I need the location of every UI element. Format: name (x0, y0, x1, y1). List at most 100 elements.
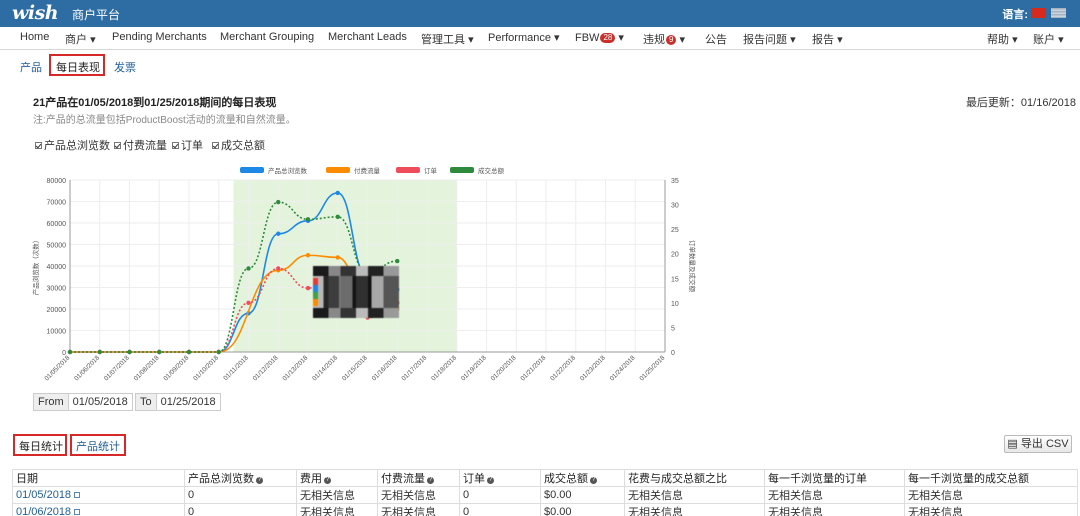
y-tick-label-left: 80000 (47, 178, 67, 185)
china-flag-icon[interactable] (1031, 8, 1046, 18)
checkbox-paid-traffic[interactable]: 付费流量 (114, 137, 167, 153)
nav-home[interactable]: Home (20, 31, 49, 43)
x-tick-label: 01/16/2018 (371, 354, 399, 382)
report-title: 21产品在01/05/2018到01/25/2018期间的每日表现 (33, 97, 277, 109)
data-point (305, 253, 311, 258)
to-date-input[interactable]: 01/25/2018 (157, 394, 220, 410)
file-icon: ▤ (1007, 438, 1018, 450)
nav-help[interactable]: 帮助 ▾ (987, 31, 1018, 47)
help-icon[interactable]: ? (324, 477, 331, 484)
external-link-icon[interactable] (74, 509, 81, 515)
data-point (127, 349, 132, 355)
nav-fbw[interactable]: FBW 28 ▾ (575, 31, 624, 44)
export-csv-button[interactable]: ▤ 导出 CSV (1004, 435, 1072, 453)
dropdown-icon: ▾ (618, 32, 624, 44)
nav-report-issue[interactable]: 报告问题 ▾ (743, 31, 796, 47)
checkbox-icon (172, 142, 179, 149)
nav-label: Merchant Leads (328, 31, 407, 43)
tab-invoices[interactable]: 发票 (114, 59, 136, 75)
checkbox-label: 成交总额 (221, 140, 265, 152)
table-header-row: 日期 产品总浏览数? 费用? 付费流量? 订单? 成交总额? 花费与成交总额之比… (12, 469, 1078, 487)
y-tick-label-right: 10 (671, 301, 679, 308)
help-icon[interactable]: ? (590, 477, 597, 484)
col-orders-per-1k[interactable]: 每一千浏览量的订单 (764, 469, 905, 487)
dropdown-icon: ▾ (790, 34, 796, 46)
help-icon[interactable]: ? (256, 477, 263, 484)
table-cell: 无相关信息 (377, 503, 460, 516)
dropdown-icon: ▾ (468, 34, 474, 46)
data-point (335, 255, 340, 260)
nav-label: 报告 (812, 34, 834, 46)
table-cell: 无相关信息 (904, 503, 1078, 516)
y-tick-label-right: 25 (671, 227, 679, 234)
checkbox-orders[interactable]: 订单 (172, 137, 203, 153)
x-tick-label: 01/25/2018 (638, 354, 666, 382)
data-point (335, 190, 340, 196)
date-cell[interactable]: 01/06/2018 (12, 503, 185, 516)
tab-products[interactable]: 产品 (20, 59, 42, 75)
table-cell: 无相关信息 (904, 486, 1078, 504)
legend-label: 产品总浏览数 (268, 166, 308, 175)
nav-merchant-grouping[interactable]: Merchant Grouping (220, 31, 314, 43)
y-tick-label-right: 15 (671, 276, 679, 283)
fbw-badge: 28 (600, 33, 616, 43)
nav-announcements[interactable]: 公告 (705, 31, 727, 47)
external-link-icon[interactable] (74, 492, 81, 498)
legend-swatch (326, 167, 350, 173)
x-tick-label: 01/22/2018 (549, 354, 577, 382)
tab-highlight (49, 54, 105, 76)
col-gmv[interactable]: 成交总额? (540, 469, 625, 487)
checkbox-label: 产品总浏览数 (44, 140, 110, 152)
nav-reports[interactable]: 报告 ▾ (812, 31, 843, 47)
col-paid-traffic[interactable]: 付费流量? (377, 469, 460, 487)
us-flag-icon[interactable] (1051, 8, 1066, 18)
dropdown-icon: ▾ (90, 34, 96, 46)
col-gmv-per-1k[interactable]: 每一千浏览量的成交总额 (904, 469, 1078, 487)
nav-merchant-leads[interactable]: Merchant Leads (328, 31, 407, 43)
help-icon[interactable]: ? (427, 477, 434, 484)
col-orders[interactable]: 订单? (459, 469, 541, 487)
data-point (246, 300, 251, 306)
wish-logo[interactable]: wish (12, 2, 59, 24)
x-tick-label: 01/09/2018 (162, 354, 190, 382)
x-tick-label: 01/05/2018 (43, 354, 71, 382)
dropdown-icon: ▾ (1012, 34, 1018, 46)
col-cost-gmv-ratio[interactable]: 花费与成交总额之比 (624, 469, 765, 487)
checkbox-gmv[interactable]: 成交总额 (212, 137, 265, 153)
data-point (186, 349, 192, 355)
col-total-views[interactable]: 产品总浏览数? (184, 469, 297, 487)
nav-merchant[interactable]: 商户 ▾ (65, 31, 96, 47)
x-tick-label: 01/12/2018 (252, 354, 280, 382)
x-tick-label: 01/11/2018 (222, 354, 250, 382)
from-date-input[interactable]: 01/05/2018 (69, 394, 132, 410)
col-label: 订单 (463, 473, 485, 485)
col-cost[interactable]: 费用? (296, 469, 378, 487)
x-tick-label: 01/19/2018 (460, 354, 488, 382)
y-axis-label-left: 产品浏览数（次数） (31, 237, 40, 296)
y-tick-label-left: 30000 (47, 286, 67, 293)
y-tick-label-right: 0 (671, 350, 675, 357)
date-link[interactable]: 01/05/2018 (16, 489, 71, 501)
dropdown-icon: ▾ (837, 34, 843, 46)
legend-item: 产品总浏览数 (240, 166, 308, 175)
nav-pending-merchants[interactable]: Pending Merchants (112, 31, 207, 43)
checkbox-icon (35, 142, 42, 149)
help-icon[interactable]: ? (487, 477, 494, 484)
date-cell[interactable]: 01/05/2018 (12, 486, 185, 504)
y-tick-label-right: 30 (671, 203, 679, 210)
date-link[interactable]: 01/06/2018 (16, 506, 71, 516)
nav-performance[interactable]: Performance ▾ (488, 31, 560, 44)
to-label: To (136, 394, 157, 410)
y-tick-label-left: 70000 (47, 200, 67, 207)
data-point (276, 266, 281, 271)
y-tick-label-left: 20000 (47, 307, 67, 314)
col-date[interactable]: 日期 (12, 469, 185, 487)
table-cell: 无相关信息 (296, 486, 378, 504)
y-tick-label-left: 60000 (47, 221, 67, 228)
nav-violations[interactable]: 违规 9 ▾ (643, 31, 685, 47)
data-point (97, 349, 102, 355)
nav-account[interactable]: 账户 ▾ (1033, 31, 1064, 47)
nav-admin-tools[interactable]: 管理工具 ▾ (421, 31, 474, 47)
checkbox-label: 订单 (181, 140, 203, 152)
checkbox-total-views[interactable]: 产品总浏览数 (35, 137, 110, 153)
